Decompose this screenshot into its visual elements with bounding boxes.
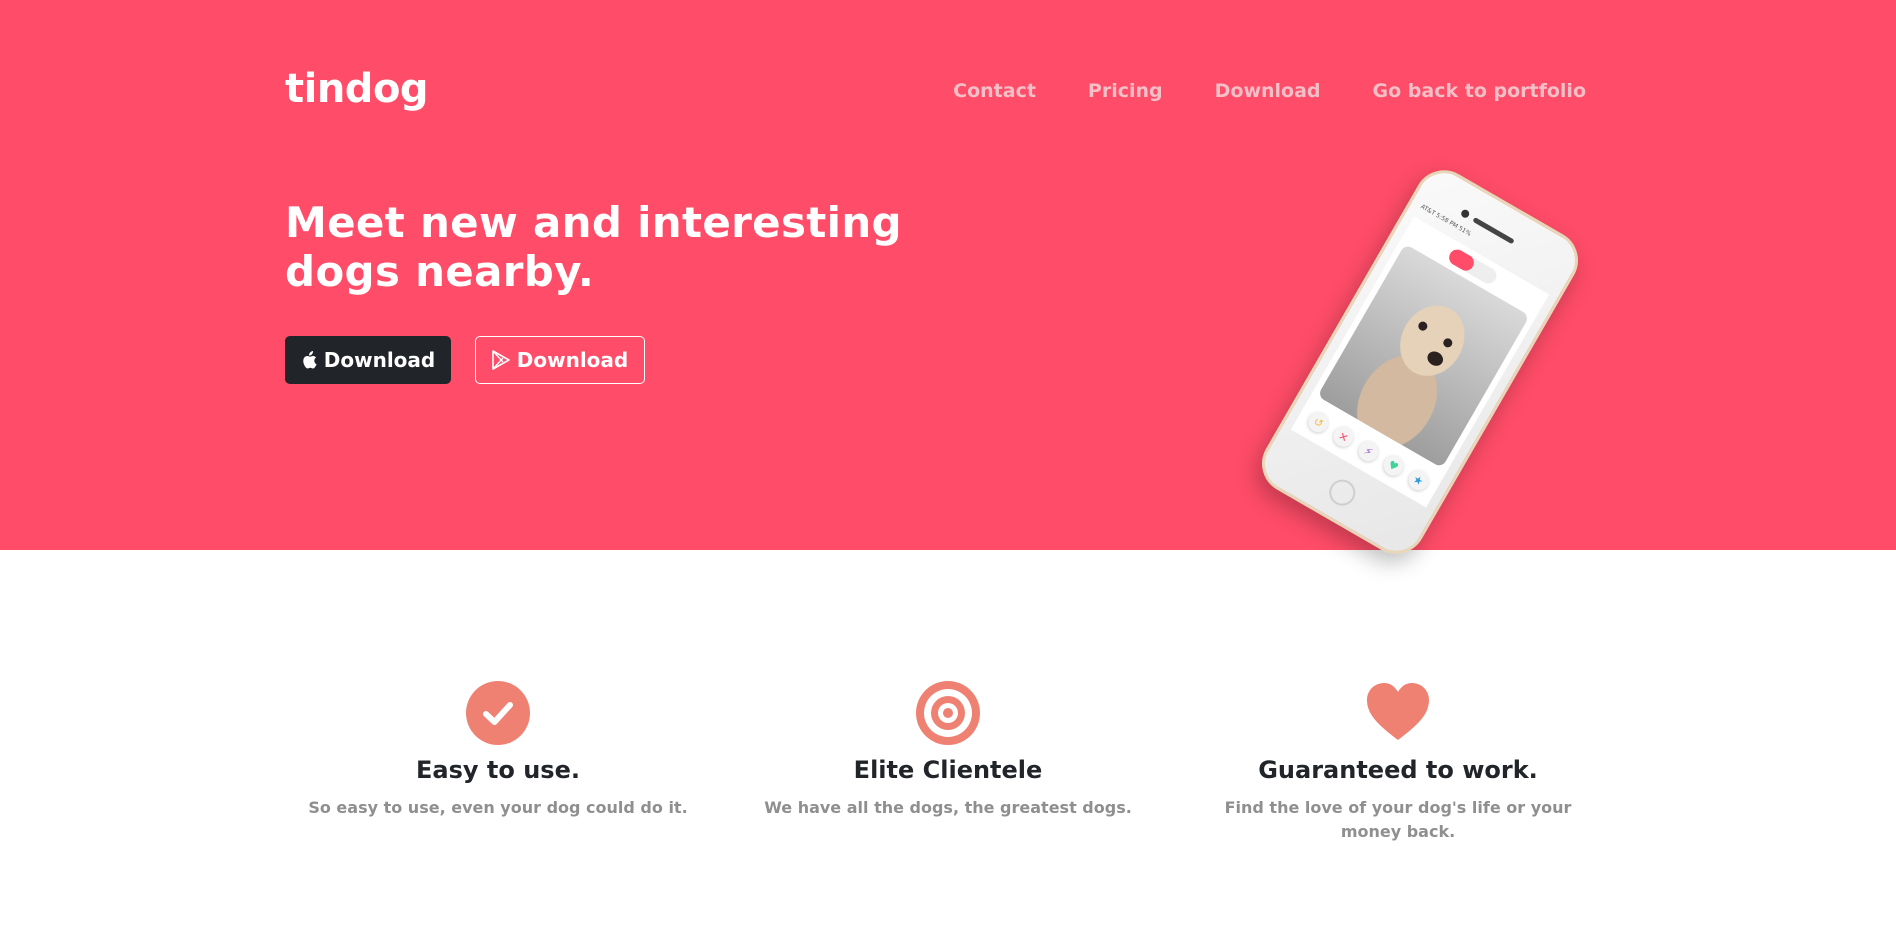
feature-title: Easy to use.: [416, 756, 580, 784]
nav-link-portfolio[interactable]: Go back to portfolio: [1373, 80, 1586, 102]
feature-text: Find the love of your dog's life or your…: [1224, 798, 1572, 841]
nav-link-pricing[interactable]: Pricing: [1088, 80, 1163, 102]
feature-text: So easy to use, even your dog could do i…: [308, 798, 688, 817]
feature-elite: Elite Clientele We have all the dogs, th…: [738, 680, 1158, 820]
hero-headline-line1: Meet new and interesting: [285, 198, 902, 247]
android-download-label: Download: [516, 348, 629, 372]
nope-icon: ✕: [1329, 423, 1358, 451]
nav-link-contact[interactable]: Contact: [953, 80, 1036, 102]
phone-home-button: [1324, 474, 1361, 511]
like-icon: ♥: [1379, 451, 1408, 480]
hero-headline: Meet new and interesting dogs nearby.: [285, 198, 925, 296]
superlike-icon: ★: [1404, 466, 1433, 494]
bullseye-icon: [915, 680, 981, 746]
google-play-icon: [491, 350, 510, 370]
rewind-icon: ↺: [1304, 408, 1333, 437]
nav-link-download[interactable]: Download: [1215, 80, 1321, 102]
ios-download-label: Download: [323, 348, 436, 372]
feature-title: Guaranteed to work.: [1258, 756, 1538, 784]
phone-camera: [1459, 208, 1471, 220]
feature-text: We have all the dogs, the greatest dogs.: [764, 798, 1132, 817]
heart-icon: [1365, 680, 1431, 746]
feature-title: Elite Clientele: [853, 756, 1043, 784]
hero-section: tindog Contact Pricing Download Go back …: [0, 0, 1896, 550]
android-download-button[interactable]: Download: [475, 336, 645, 384]
check-circle-icon: [465, 680, 531, 746]
feature-easy: Easy to use. So easy to use, even your d…: [288, 680, 708, 820]
main-nav: Contact Pricing Download Go back to port…: [953, 80, 1586, 102]
brand-logo[interactable]: tindog: [285, 66, 429, 112]
hero-headline-line2: dogs nearby.: [285, 247, 595, 296]
boost-icon: ⚡: [1354, 437, 1383, 465]
apple-icon: [301, 351, 317, 369]
ios-download-button[interactable]: Download: [285, 336, 451, 384]
feature-guaranteed: Guaranteed to work. Find the love of you…: [1188, 680, 1608, 844]
